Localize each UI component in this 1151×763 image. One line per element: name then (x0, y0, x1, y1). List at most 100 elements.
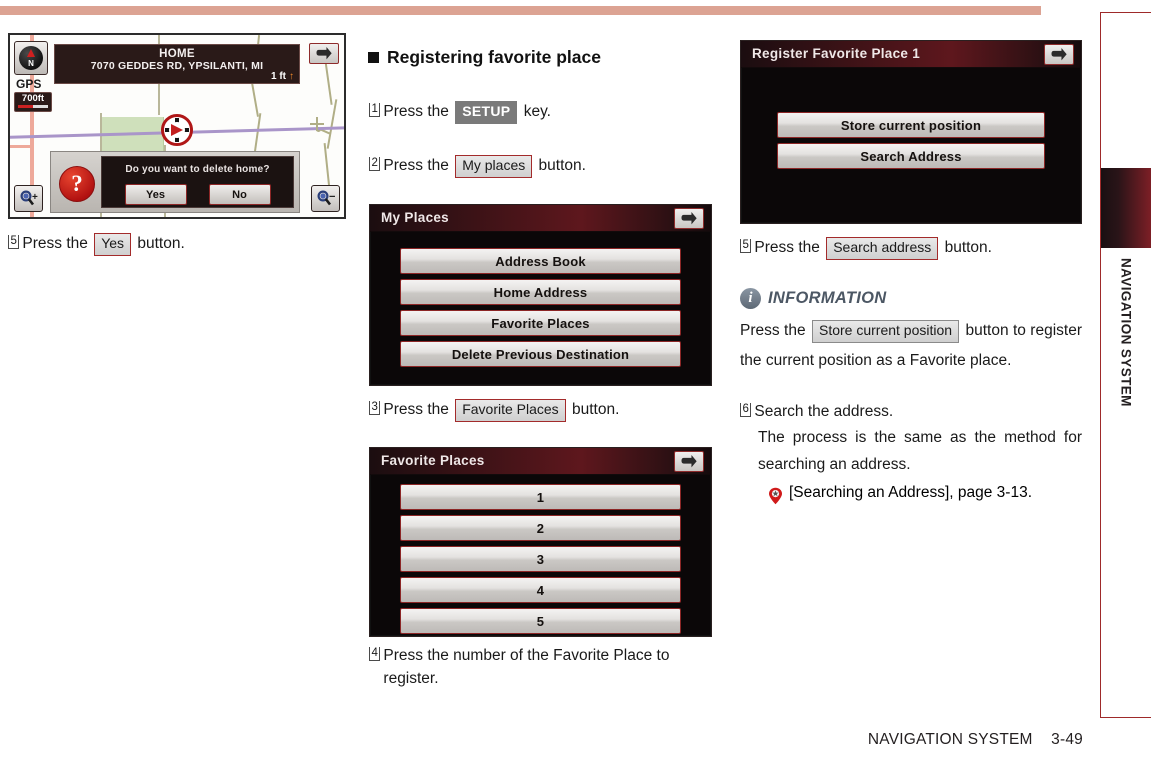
map-distance: 1 ft ↑ (271, 71, 294, 82)
button-search-address[interactable]: Search Address (777, 143, 1045, 169)
my-places-screen: My Places Address Book Home Address Favo… (369, 204, 712, 386)
button-favorite-places[interactable]: Favorite Places (400, 310, 681, 336)
footer-section: NAVIGATION SYSTEM (867, 731, 1033, 748)
button-home-address[interactable]: Home Address (400, 279, 681, 305)
step-number: 1 (369, 103, 381, 117)
map-destination-banner: HOME 7070 GEDDES RD, YPSILANTI, MI 1 ft ↑ (54, 44, 300, 84)
info-icon: i (740, 288, 761, 309)
svg-text:−: − (329, 191, 335, 203)
map-scale-badge: 700ft (14, 92, 52, 112)
register-body: Store current position Search Address (741, 68, 1081, 183)
button-address-book[interactable]: Address Book (400, 248, 681, 274)
favorite-places-back-button[interactable] (674, 451, 704, 472)
vehicle-position-marker (160, 113, 194, 147)
step-4: 4 Press the number of the Favorite Place… (369, 644, 714, 691)
map-pin-icon (768, 487, 783, 505)
chip-store-current-position-button[interactable]: Store current position (811, 320, 960, 343)
dialog-no-button[interactable]: No (208, 184, 271, 205)
step-text: Search the address. (754, 403, 894, 420)
step-5-left: 5 Press the Yes button. (8, 232, 346, 256)
step-text: Press the My places button. (383, 154, 714, 178)
favorite-places-screen: Favorite Places 1 2 3 4 5 (369, 447, 712, 637)
step-text: Press the number of the Favorite Place t… (383, 647, 670, 688)
chip-setup-key[interactable]: SETUP (455, 101, 518, 124)
information-block: i INFORMATION Press the Store current po… (740, 288, 1082, 376)
step-number: 6 (740, 403, 752, 417)
my-places-header: My Places (370, 205, 711, 232)
top-rule (0, 6, 1041, 15)
zoom-in-button[interactable]: + (14, 185, 43, 212)
favorite-slot-5[interactable]: 5 (400, 608, 681, 634)
favorite-places-body: 1 2 3 4 5 (370, 475, 711, 644)
my-places-body: Address Book Home Address Favorite Place… (370, 232, 711, 381)
dialog-message: Do you want to delete home? (125, 164, 270, 175)
map-road-olive (316, 117, 318, 131)
step-text: Press the Search address button. (754, 236, 1082, 260)
step-5-right: 5 Press the Search address button. (740, 236, 1082, 260)
footer-page-number: 3-49 (1051, 731, 1083, 748)
favorite-slot-2[interactable]: 2 (400, 515, 681, 541)
side-tab-label: NAVIGATION SYSTEM (1096, 258, 1151, 498)
map-road-olive (326, 99, 338, 149)
step-text: Press the Favorite Places button. (383, 398, 714, 422)
map-road-olive (323, 143, 331, 189)
step-2: 2 Press the My places button. (369, 154, 714, 178)
cross-reference-text: [Searching an Address], page 3-13. (789, 483, 1032, 501)
map-back-button[interactable] (309, 43, 339, 64)
register-back-button[interactable] (1044, 44, 1074, 65)
direction-arrow-icon: ↑ (289, 71, 294, 82)
chip-search-address-button[interactable]: Search address (826, 237, 939, 260)
delete-home-dialog: Do you want to delete home? Yes No ? (50, 151, 300, 213)
dialog-inner-panel: Do you want to delete home? Yes No (101, 156, 294, 208)
dialog-button-row: Yes No (102, 184, 293, 205)
chip-favorite-places-button[interactable]: Favorite Places (455, 399, 566, 422)
favorite-places-header: Favorite Places (370, 448, 711, 475)
information-title: INFORMATION (768, 289, 887, 307)
step-number: 3 (369, 401, 381, 415)
map-dest-name: HOME (159, 48, 195, 60)
my-places-back-button[interactable] (674, 208, 704, 229)
zoom-out-button[interactable]: − (311, 185, 340, 212)
step-number: 5 (740, 239, 752, 253)
my-places-title: My Places (381, 210, 449, 225)
question-mark-icon: ? (59, 166, 95, 202)
step-6-line-2: The process is the same as the method fo… (758, 429, 1082, 473)
register-header: Register Favorite Place 1 (741, 41, 1081, 68)
register-favorite-place-screen: Register Favorite Place 1 Store current … (740, 40, 1082, 224)
map-dest-address: 7070 GEDDES RD, YPSILANTI, MI (90, 60, 264, 72)
map-screenshot: HOME 7070 GEDDES RD, YPSILANTI, MI 1 ft ↑… (8, 33, 346, 219)
compass-icon: N (19, 46, 43, 70)
step-6: 6 Search the address. The process is the… (740, 400, 1082, 505)
button-delete-previous-destination[interactable]: Delete Previous Destination (400, 341, 681, 367)
map-road-major-branch (10, 145, 34, 148)
favorite-places-title: Favorite Places (381, 453, 485, 468)
favorite-slot-4[interactable]: 4 (400, 577, 681, 603)
svg-text:+: + (32, 192, 38, 203)
map-scale-bar (18, 105, 48, 108)
bullet-square-icon (368, 52, 379, 63)
side-tab-fill (1101, 168, 1151, 248)
step-number: 4 (369, 647, 381, 661)
step-3: 3 Press the Favorite Places button. (369, 398, 714, 422)
cross-reference[interactable]: [Searching an Address], page 3-13. (768, 483, 1082, 505)
side-tab-text: NAVIGATION SYSTEM (1118, 258, 1134, 407)
step-1: 1 Press the SETUP key. (369, 100, 714, 124)
chip-yes-button[interactable]: Yes (94, 233, 132, 256)
button-store-current-position[interactable]: Store current position (777, 112, 1045, 138)
favorite-slot-3[interactable]: 3 (400, 546, 681, 572)
page-footer: NAVIGATION SYSTEM 3-49 (868, 731, 1083, 749)
information-body: Press the Store current position button … (740, 320, 1082, 369)
step-text: Press the Yes button. (22, 232, 346, 256)
manual-page: NAVIGATION SYSTEM NAVIGATION SYSTEM 3-49 (0, 0, 1151, 763)
step-number: 5 (8, 235, 20, 249)
compass-badge[interactable]: N (14, 41, 48, 75)
favorite-slot-1[interactable]: 1 (400, 484, 681, 510)
step-6-line-1: 6 Search the address. (740, 400, 1082, 423)
step-text: Press the SETUP key. (383, 100, 714, 124)
step-number: 2 (369, 157, 381, 171)
chip-my-places-button[interactable]: My places (455, 155, 533, 178)
information-header: i INFORMATION (740, 288, 1082, 309)
gps-label: GPS (16, 77, 42, 91)
dialog-yes-button[interactable]: Yes (124, 184, 187, 205)
map-scale-value: 700ft (21, 93, 45, 104)
